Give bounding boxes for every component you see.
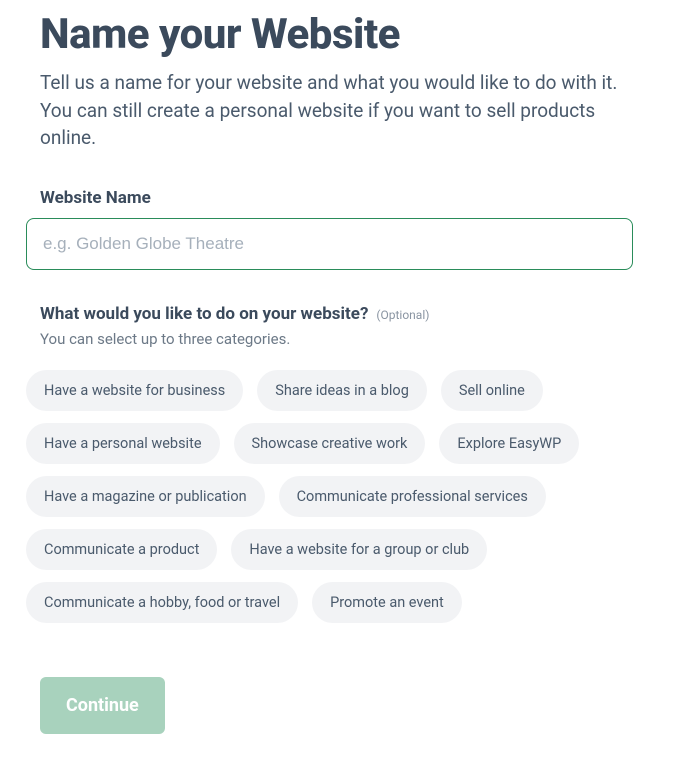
optional-label: (Optional) [376, 308, 429, 322]
website-name-input[interactable] [26, 218, 633, 270]
category-chip[interactable]: Communicate a product [26, 529, 217, 570]
category-chip[interactable]: Showcase creative work [234, 423, 426, 464]
category-chip[interactable]: Promote an event [312, 582, 462, 623]
categories-hint: You can select up to three categories. [40, 330, 633, 348]
category-chip[interactable]: Have a magazine or publication [26, 476, 265, 517]
category-chip[interactable]: Communicate a hobby, food or travel [26, 582, 298, 623]
categories-question: What would you like to do on your websit… [40, 304, 368, 324]
category-chip[interactable]: Communicate professional services [279, 476, 546, 517]
page-subtitle: Tell us a name for your website and what… [40, 69, 633, 152]
category-chip[interactable]: Have a personal website [26, 423, 220, 464]
category-chip[interactable]: Explore EasyWP [439, 423, 579, 464]
category-chip[interactable]: Sell online [441, 370, 543, 411]
category-chip-container: Have a website for business Share ideas … [26, 370, 633, 623]
category-chip[interactable]: Have a website for business [26, 370, 243, 411]
category-chip[interactable]: Share ideas in a blog [257, 370, 427, 411]
page-title: Name your Website [40, 10, 633, 59]
category-chip[interactable]: Have a website for a group or club [231, 529, 487, 570]
continue-button[interactable]: Continue [40, 677, 165, 734]
website-name-label: Website Name [40, 188, 633, 208]
